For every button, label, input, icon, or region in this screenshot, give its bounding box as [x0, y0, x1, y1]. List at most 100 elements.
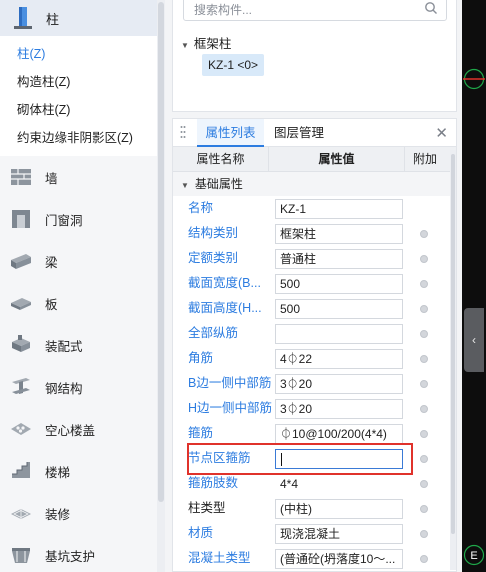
nav-item[interactable]: 装修: [0, 492, 157, 534]
tree-group-frame-column[interactable]: ▼ 框架柱: [181, 33, 231, 52]
slab-icon: [11, 298, 31, 310]
attach-checkbox[interactable]: [420, 280, 428, 288]
nav-item[interactable]: 梁: [0, 240, 157, 282]
property-value-input[interactable]: KZ-1: [275, 199, 403, 219]
tab-layers[interactable]: 图层管理: [274, 119, 324, 147]
property-name[interactable]: 截面宽度(B...: [188, 271, 261, 296]
property-value-input[interactable]: (中柱): [275, 499, 403, 519]
compass-icon: [463, 68, 485, 90]
attach-checkbox[interactable]: [420, 230, 428, 238]
property-value-input[interactable]: (普通砼(坍落度10～...: [275, 549, 403, 569]
attach-checkbox[interactable]: [420, 380, 428, 388]
property-name[interactable]: 箍筋: [188, 421, 213, 446]
property-name[interactable]: 定额类别: [188, 246, 238, 271]
attach-checkbox[interactable]: [420, 405, 428, 413]
nav-item-label: 墙: [45, 171, 58, 186]
collapse-arrow-icon[interactable]: ▼: [181, 181, 189, 190]
attach-checkbox[interactable]: [420, 255, 428, 263]
property-name[interactable]: 截面高度(H...: [188, 296, 262, 321]
property-value-input[interactable]: 普通柱: [275, 249, 403, 269]
property-value: 3⏀20: [280, 377, 313, 391]
property-row: 截面宽度(B... 500: [173, 271, 456, 296]
property-name[interactable]: 结构类别: [188, 221, 238, 246]
property-value-input[interactable]: 3⏀20: [275, 374, 403, 394]
close-icon[interactable]: ✕: [435, 124, 448, 142]
collapse-arrow-icon[interactable]: ▼: [181, 41, 189, 50]
property-value-input[interactable]: 500: [275, 274, 403, 294]
nav-item[interactable]: 基坑支护: [0, 534, 157, 572]
property-name[interactable]: 名称: [188, 196, 213, 221]
property-name[interactable]: H边一侧中部筋: [188, 396, 272, 421]
property-value-input[interactable]: 3⏀20: [275, 399, 403, 419]
property-value: 框架柱: [280, 227, 317, 241]
property-name[interactable]: 混凝土类型: [188, 546, 251, 571]
property-value-input[interactable]: 4⏀22: [275, 349, 403, 369]
nav-sub-item[interactable]: 柱(Z): [0, 40, 157, 68]
properties-panel: 属性列表 图层管理 ✕ 属性名称 属性值 附加 ▼ 基础属性 名称 KZ-1 结构类别…: [172, 118, 457, 572]
attach-checkbox[interactable]: [420, 480, 428, 488]
compass-label: E: [470, 550, 477, 562]
tree-group-label: 框架柱: [193, 37, 232, 51]
attach-checkbox[interactable]: [420, 305, 428, 313]
drag-handle-icon[interactable]: [180, 125, 186, 139]
property-name[interactable]: 箍筋肢数: [188, 471, 238, 496]
section-basic-properties[interactable]: ▼ 基础属性: [173, 172, 456, 196]
attach-checkbox[interactable]: [420, 355, 428, 363]
nav-item-label: 基坑支护: [45, 549, 96, 564]
panel-scrollbar[interactable]: [450, 150, 456, 570]
attach-checkbox[interactable]: [420, 555, 428, 563]
nav-sub-item[interactable]: 构造柱(Z): [0, 68, 157, 96]
attach-checkbox[interactable]: [420, 505, 428, 513]
property-name[interactable]: 材质: [188, 521, 213, 546]
nav-item[interactable]: 空心楼盖: [0, 408, 157, 450]
property-name[interactable]: B边一侧中部筋: [188, 371, 271, 396]
property-row: 节点区箍筋: [173, 446, 456, 471]
attach-checkbox[interactable]: [420, 530, 428, 538]
nav-item[interactable]: 板: [0, 282, 157, 324]
drawing-viewport[interactable]: ‹ E: [462, 0, 486, 572]
attach-checkbox[interactable]: [420, 330, 428, 338]
collapse-panel-button[interactable]: ‹: [464, 308, 484, 372]
property-row: 名称 KZ-1: [173, 196, 456, 221]
nav-item[interactable]: 墙: [0, 156, 157, 198]
tab-properties[interactable]: 属性列表: [197, 119, 264, 147]
property-name[interactable]: 角筋: [188, 346, 213, 371]
steel-structure-icon: [12, 378, 30, 394]
attach-checkbox[interactable]: [420, 455, 428, 463]
nav-item[interactable]: 门窗洞: [0, 198, 157, 240]
nav-current-category[interactable]: 柱: [0, 0, 157, 36]
property-value-input[interactable]: 现浇混凝土: [275, 524, 403, 544]
foundation-pit-icon: [12, 548, 30, 563]
property-value-input[interactable]: [275, 324, 403, 344]
property-name: 柱类型: [188, 501, 226, 515]
property-name[interactable]: 全部纵筋: [188, 321, 238, 346]
text-caret: [281, 453, 282, 467]
nav-sub-item[interactable]: 砌体柱(Z): [0, 96, 157, 124]
attach-checkbox[interactable]: [420, 430, 428, 438]
nav-sub-item[interactable]: 约束边缘非阴影区(Z): [0, 124, 157, 152]
nav-item-label: 梁: [45, 255, 58, 270]
search-placeholder: 搜索构件...: [194, 3, 253, 17]
property-value-input[interactable]: 500: [275, 299, 403, 319]
nav-item-label: 空心楼盖: [45, 423, 96, 438]
nav-scrollbar[interactable]: [157, 0, 165, 572]
nav-item[interactable]: 装配式: [0, 324, 157, 366]
property-value-input[interactable]: 框架柱: [275, 224, 403, 244]
property-row: H边一侧中部筋 3⏀20: [173, 396, 456, 421]
nav-item-label: 装修: [45, 507, 71, 522]
property-value-input[interactable]: 4*4: [275, 474, 403, 494]
property-row: 结构类别 框架柱: [173, 221, 456, 246]
nav-item-label: 装配式: [45, 339, 83, 354]
property-name[interactable]: 节点区箍筋: [188, 446, 251, 471]
search-icon[interactable]: [424, 1, 438, 15]
property-row: 全部纵筋: [173, 321, 456, 346]
component-nav: 柱 柱(Z) 构造柱(Z) 砌体柱(Z) 约束边缘非阴影区(Z) 墙门窗洞梁板装配式钢…: [0, 0, 157, 572]
property-value: (中柱): [280, 502, 312, 516]
tree-item-selected[interactable]: KZ-1 <0>: [202, 54, 264, 76]
beam-icon: [11, 254, 31, 269]
nav-item[interactable]: 楼梯: [0, 450, 157, 492]
property-value-input-active[interactable]: [275, 449, 403, 469]
nav-item[interactable]: 钢结构: [0, 366, 157, 408]
property-value-input[interactable]: ⏀10@100/200(4*4): [275, 424, 403, 444]
component-search-input[interactable]: 搜索构件...: [183, 0, 447, 21]
